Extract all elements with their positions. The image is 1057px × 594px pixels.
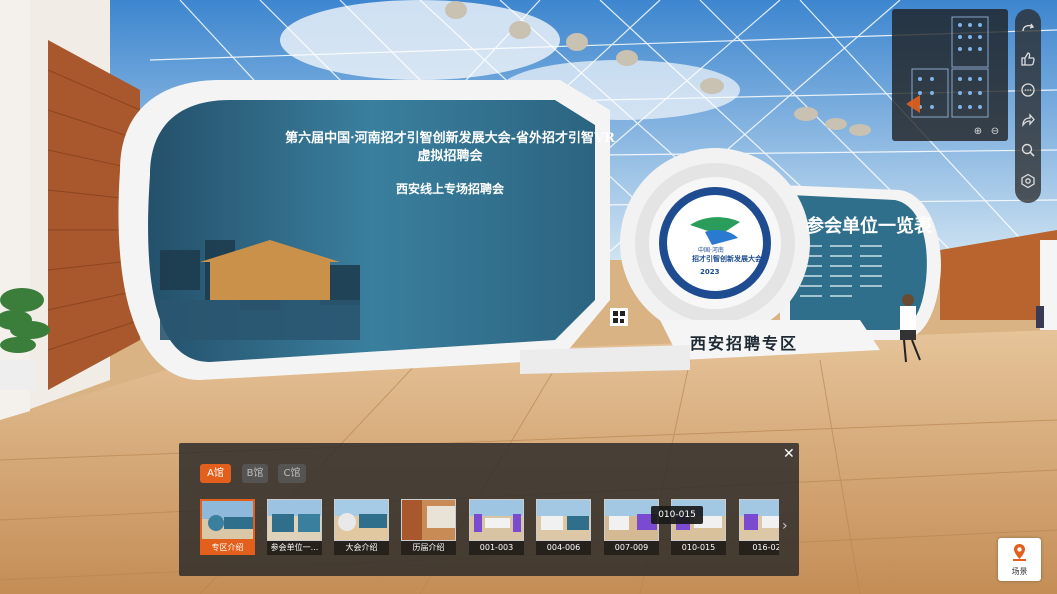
zoom-in-icon[interactable]: ⊕ <box>972 126 984 138</box>
thumbnail-label: 001-003 <box>469 541 524 555</box>
thumbnail-label: 007-009 <box>604 541 659 555</box>
thumbnail-item[interactable]: 016-02 <box>739 499 779 555</box>
thumbnail-label: 参会单位一... <box>267 541 322 555</box>
thumbnail-image <box>200 499 255 541</box>
banner-subtitle: 西安线上专场招聘会 <box>395 182 504 196</box>
close-icon[interactable]: ✕ <box>783 446 795 462</box>
scene-button-label: 场景 <box>1011 567 1028 576</box>
thumbnail-label: 专区介绍 <box>200 541 255 555</box>
share-icon[interactable] <box>1018 110 1038 130</box>
rotate-icon[interactable] <box>1018 19 1038 39</box>
banner-title: 第六届中国·河南招才引智创新发展大会-省外招才引智VR虚拟招聘会 <box>285 131 615 164</box>
thumbnail-image <box>469 499 524 541</box>
minimap[interactable]: ⊕ ⊖ <box>892 9 1008 141</box>
tab-hall-c[interactable]: C馆 <box>278 464 306 483</box>
thumbnail-tooltip: 010-015 <box>651 506 703 524</box>
tab-hall-b[interactable]: B馆 <box>242 464 268 483</box>
thumbnail-image <box>739 499 779 541</box>
logo-text-name: 招才引智创新发展大会 <box>692 255 762 263</box>
thumbnail-item[interactable]: 历届介绍 <box>401 499 456 555</box>
chevron-right-icon[interactable]: › <box>782 518 788 534</box>
thumbnail-image <box>401 499 456 541</box>
location-pin-icon <box>1013 544 1026 561</box>
thumbnail-item[interactable]: 004-006 <box>536 499 591 555</box>
settings-icon[interactable] <box>1018 171 1038 191</box>
like-icon[interactable] <box>1018 49 1038 69</box>
thumbnail-item[interactable]: 001-003 <box>469 499 524 555</box>
zoom-out-icon[interactable]: ⊖ <box>989 126 1001 138</box>
thumbnail-item[interactable]: 大会介绍 <box>334 499 389 555</box>
thumbnail-label: 大会介绍 <box>334 541 389 555</box>
thumbnail-image <box>334 499 389 541</box>
logo-text-region: 中国·河南 <box>698 247 724 254</box>
right-toolbar <box>1015 9 1041 203</box>
thumbnail-label: 历届介绍 <box>401 541 456 555</box>
tab-hall-a[interactable]: A馆 <box>200 464 231 483</box>
thumbnail-label: 016-02 <box>739 541 779 555</box>
thumbnail-label: 004-006 <box>536 541 591 555</box>
logo-year: 2023 <box>700 268 720 276</box>
view-direction-marker <box>906 95 920 113</box>
thumbnail-image <box>536 499 591 541</box>
minimap-floorplan <box>906 16 989 118</box>
thumbnail-item[interactable]: 专区介绍 <box>200 499 255 555</box>
hall-selector-panel: ✕ A馆 B馆 C馆 专区介绍 参会单位一... 大会介绍 历届介绍 001-0… <box>179 443 799 576</box>
comment-icon[interactable] <box>1018 80 1038 100</box>
participants-title: 参会单位一览表 <box>806 216 932 237</box>
search-icon[interactable] <box>1018 140 1038 160</box>
thumbnail-label: 010-015 <box>671 541 726 555</box>
thumbnail-item[interactable]: 参会单位一... <box>267 499 322 555</box>
zone-label: 西安招聘专区 <box>690 334 799 353</box>
vr-scene[interactable]: 第六届中国·河南招才引智创新发展大会-省外招才引智VR虚拟招聘会 西安线上专场招… <box>0 0 1057 594</box>
scene-button[interactable]: 场景 <box>998 538 1041 581</box>
thumbnail-image <box>267 499 322 541</box>
